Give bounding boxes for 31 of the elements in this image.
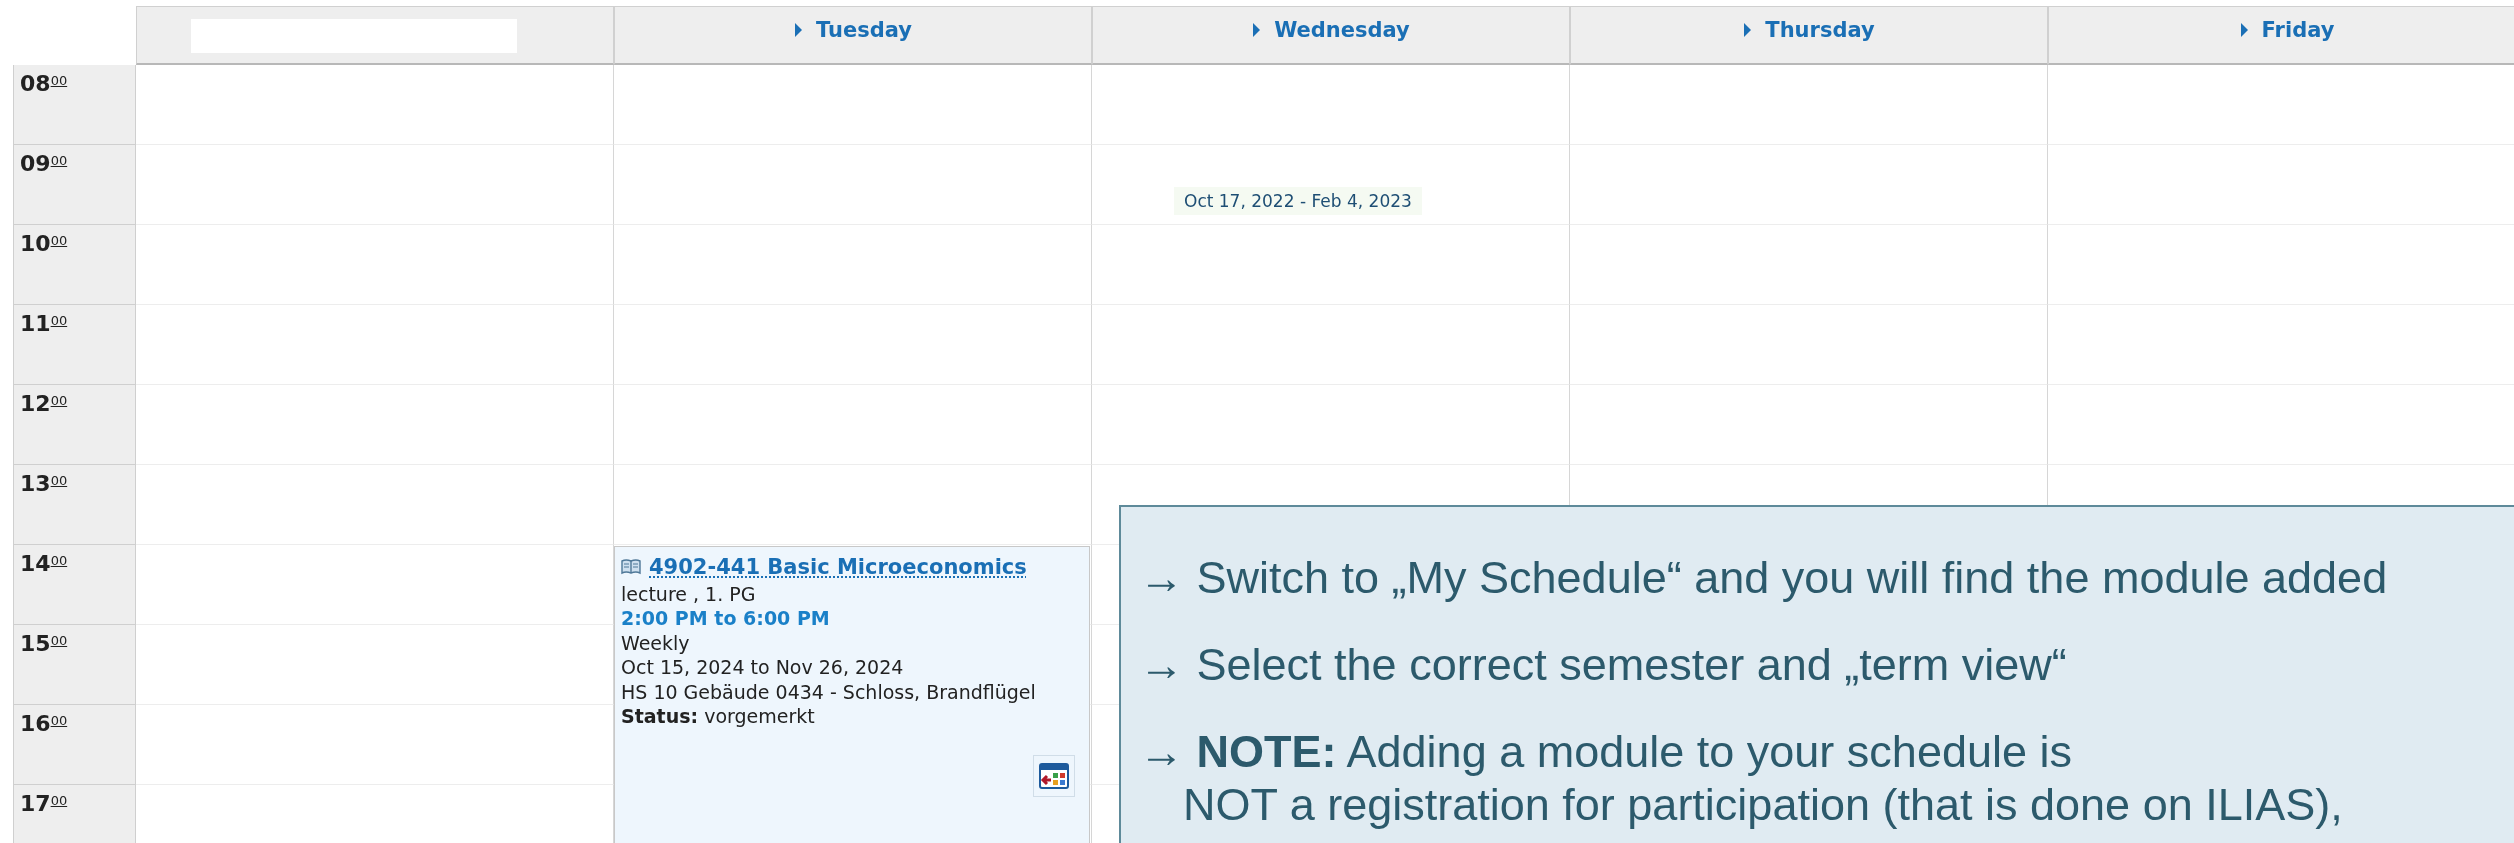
hour-label: 09$^{00}$ [20, 151, 68, 176]
hour-label: 10$^{00}$ [20, 231, 68, 256]
hour-label: 14$^{00}$ [20, 551, 68, 576]
chevron-right-icon [2239, 22, 2250, 38]
day-link[interactable]: Friday [2261, 18, 2335, 42]
course-link[interactable]: 4902-441 Basic Microeconomics [649, 555, 1027, 580]
hour-label: 13$^{00}$ [20, 471, 68, 496]
hour-label: 08$^{00}$ [20, 71, 68, 96]
callout-text: → Switch to „My Schedule“ and you will find the module added [1139, 551, 2389, 604]
event-recurrence: Weekly [621, 630, 691, 655]
chevron-right-icon [794, 22, 804, 38]
event-dates: Oct 15, 2024 to Nov 26, 2024 [621, 655, 905, 680]
callout-text: → NOTE: Adding a module to your schedule is NOT a registration for participation (that is done on ILIAS), [1139, 725, 2344, 831]
event-time: 2:00 PM to 6:00 PM [621, 606, 831, 631]
day-link[interactable]: Tuesday [816, 18, 912, 42]
day-link[interactable]: Wednesday [1274, 18, 1410, 42]
event-room: HS 10 Gebäude 0434 - Schloss, Brandflügel [621, 679, 1037, 704]
hour-label: 12$^{00}$ [20, 391, 68, 416]
date-range-tooltip: Oct 17, 2022 - Feb 4, 2023 [1174, 187, 1422, 215]
hour-label: 15$^{00}$ [20, 631, 68, 656]
book-icon [621, 559, 641, 576]
remove-from-schedule-button[interactable] [1033, 755, 1075, 797]
event-type: lecture , 1. PG [621, 581, 757, 606]
hour-label: 16$^{00}$ [20, 711, 68, 736]
chevron-right-icon [1743, 22, 1754, 38]
callout-text: → Select the correct semester and „term view“ [1139, 638, 2068, 691]
day-link[interactable]: Thursday [1765, 18, 1875, 42]
chevron-right-icon [1252, 22, 1263, 38]
event-status: Status: vorgemerkt [621, 704, 816, 729]
hour-label: 11$^{00}$ [20, 311, 68, 336]
hour-label: 17$^{00}$ [20, 791, 68, 816]
